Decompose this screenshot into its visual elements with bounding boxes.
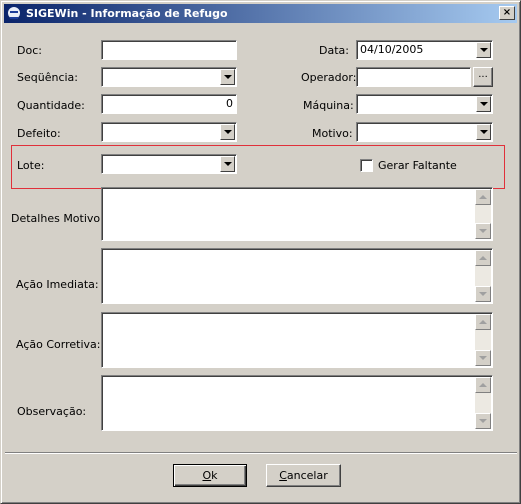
- vertical-scrollbar[interactable]: [475, 189, 491, 239]
- observacao-textarea[interactable]: [101, 375, 493, 431]
- footer-separator-highlight: [5, 453, 517, 454]
- gerar-faltante-label[interactable]: Gerar Faltante: [378, 159, 457, 172]
- vertical-scrollbar[interactable]: [475, 377, 491, 429]
- chevron-down-icon[interactable]: [476, 124, 491, 140]
- detalhes-motivo-textarea[interactable]: [101, 187, 493, 241]
- doc-field[interactable]: [101, 40, 237, 60]
- close-icon[interactable]: ×: [499, 6, 515, 20]
- motivo-dropdown[interactable]: [356, 122, 493, 142]
- quantidade-field[interactable]: 0: [101, 94, 237, 114]
- doc-label: Doc:: [17, 44, 42, 57]
- ok-label: k: [211, 469, 218, 482]
- motivo-label: Motivo:: [312, 127, 353, 140]
- scroll-up-icon[interactable]: [475, 189, 491, 205]
- lote-label: Lote:: [17, 159, 45, 172]
- detalhes-motivo-label: Detalhes Motivo:: [11, 212, 104, 225]
- lote-dropdown[interactable]: [101, 154, 237, 174]
- acao-corretiva-textarea[interactable]: [101, 312, 493, 368]
- scroll-down-icon[interactable]: [475, 223, 491, 239]
- maquina-dropdown[interactable]: [356, 94, 493, 114]
- dialog-window: SIGEWin - Informação de Refugo × Doc: Da…: [0, 0, 521, 504]
- scroll-down-icon[interactable]: [475, 286, 491, 302]
- data-label: Data:: [319, 44, 349, 57]
- chevron-down-icon[interactable]: [476, 96, 491, 112]
- vertical-scrollbar[interactable]: [475, 250, 491, 302]
- ok-button[interactable]: Ok: [173, 464, 247, 487]
- cancel-mnemonic: C: [279, 469, 287, 482]
- data-value: 04/10/2005: [360, 43, 424, 56]
- scroll-down-icon[interactable]: [475, 350, 491, 366]
- data-dropdown[interactable]: 04/10/2005: [356, 40, 493, 60]
- maquina-label: Máquina:: [303, 99, 354, 112]
- vertical-scrollbar[interactable]: [475, 314, 491, 366]
- chevron-down-icon[interactable]: [476, 42, 491, 58]
- operador-lookup-button[interactable]: ...: [473, 67, 493, 87]
- operador-field[interactable]: [356, 67, 471, 87]
- chevron-down-icon[interactable]: [220, 69, 235, 85]
- window-title: SIGEWin - Informação de Refugo: [26, 7, 228, 20]
- quantidade-label: Quantidade:: [17, 99, 85, 112]
- defeito-dropdown[interactable]: [101, 122, 237, 142]
- chevron-down-icon[interactable]: [220, 124, 235, 140]
- app-icon: [7, 6, 21, 20]
- cancel-label: ancelar: [286, 469, 328, 482]
- scroll-up-icon[interactable]: [475, 314, 491, 330]
- defeito-label: Defeito:: [17, 127, 61, 140]
- scroll-up-icon[interactable]: [475, 377, 491, 393]
- scroll-down-icon[interactable]: [475, 413, 491, 429]
- gerar-faltante-checkbox[interactable]: [360, 159, 373, 172]
- cancel-button[interactable]: Cancelar: [266, 464, 341, 487]
- acao-corretiva-label: Ação Corretiva:: [16, 338, 101, 351]
- ok-mnemonic: O: [202, 469, 212, 482]
- chevron-down-icon[interactable]: [220, 156, 235, 172]
- sequencia-dropdown[interactable]: [101, 67, 237, 87]
- acao-imediata-label: Ação Imediata:: [16, 278, 99, 291]
- operador-label: Operador:: [301, 71, 357, 84]
- scroll-up-icon[interactable]: [475, 250, 491, 266]
- sequencia-label: Seqüência:: [17, 71, 78, 84]
- acao-imediata-textarea[interactable]: [101, 248, 493, 304]
- title-bar[interactable]: SIGEWin - Informação de Refugo ×: [4, 4, 517, 23]
- observacao-label: Observação:: [17, 405, 87, 418]
